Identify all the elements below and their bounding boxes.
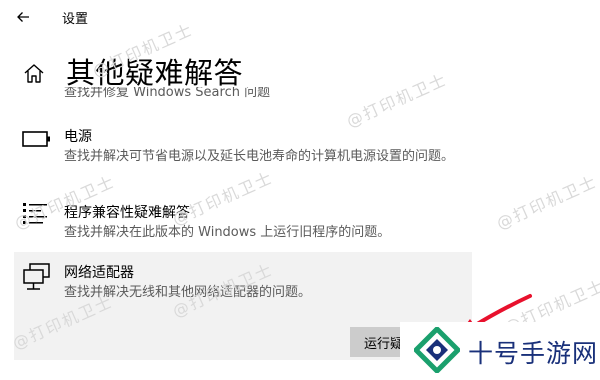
brand-logo-icon [413, 326, 461, 374]
window-title: 设置 [62, 12, 89, 27]
network-adapter-icon [22, 262, 52, 296]
watermark: @打印机卫士 [493, 171, 600, 234]
battery-icon [22, 130, 52, 152]
item-description: 查找并解决无线和其他网络适配器的问题。 [64, 285, 312, 300]
item-description: 查找并修复 Windows Search 问题 [64, 87, 271, 100]
item-description: 查找并解决在此版本的 Windows 上运行旧程序的问题。 [64, 225, 391, 240]
brand-name: 十号手游网 [468, 339, 599, 368]
back-button[interactable] [10, 4, 36, 30]
brand-watermark: 十号手游网 [400, 322, 600, 380]
home-icon[interactable] [22, 62, 46, 86]
back-arrow-icon [17, 12, 29, 22]
item-name: 电源 [64, 129, 92, 145]
item-name: 网络适配器 [64, 265, 134, 281]
